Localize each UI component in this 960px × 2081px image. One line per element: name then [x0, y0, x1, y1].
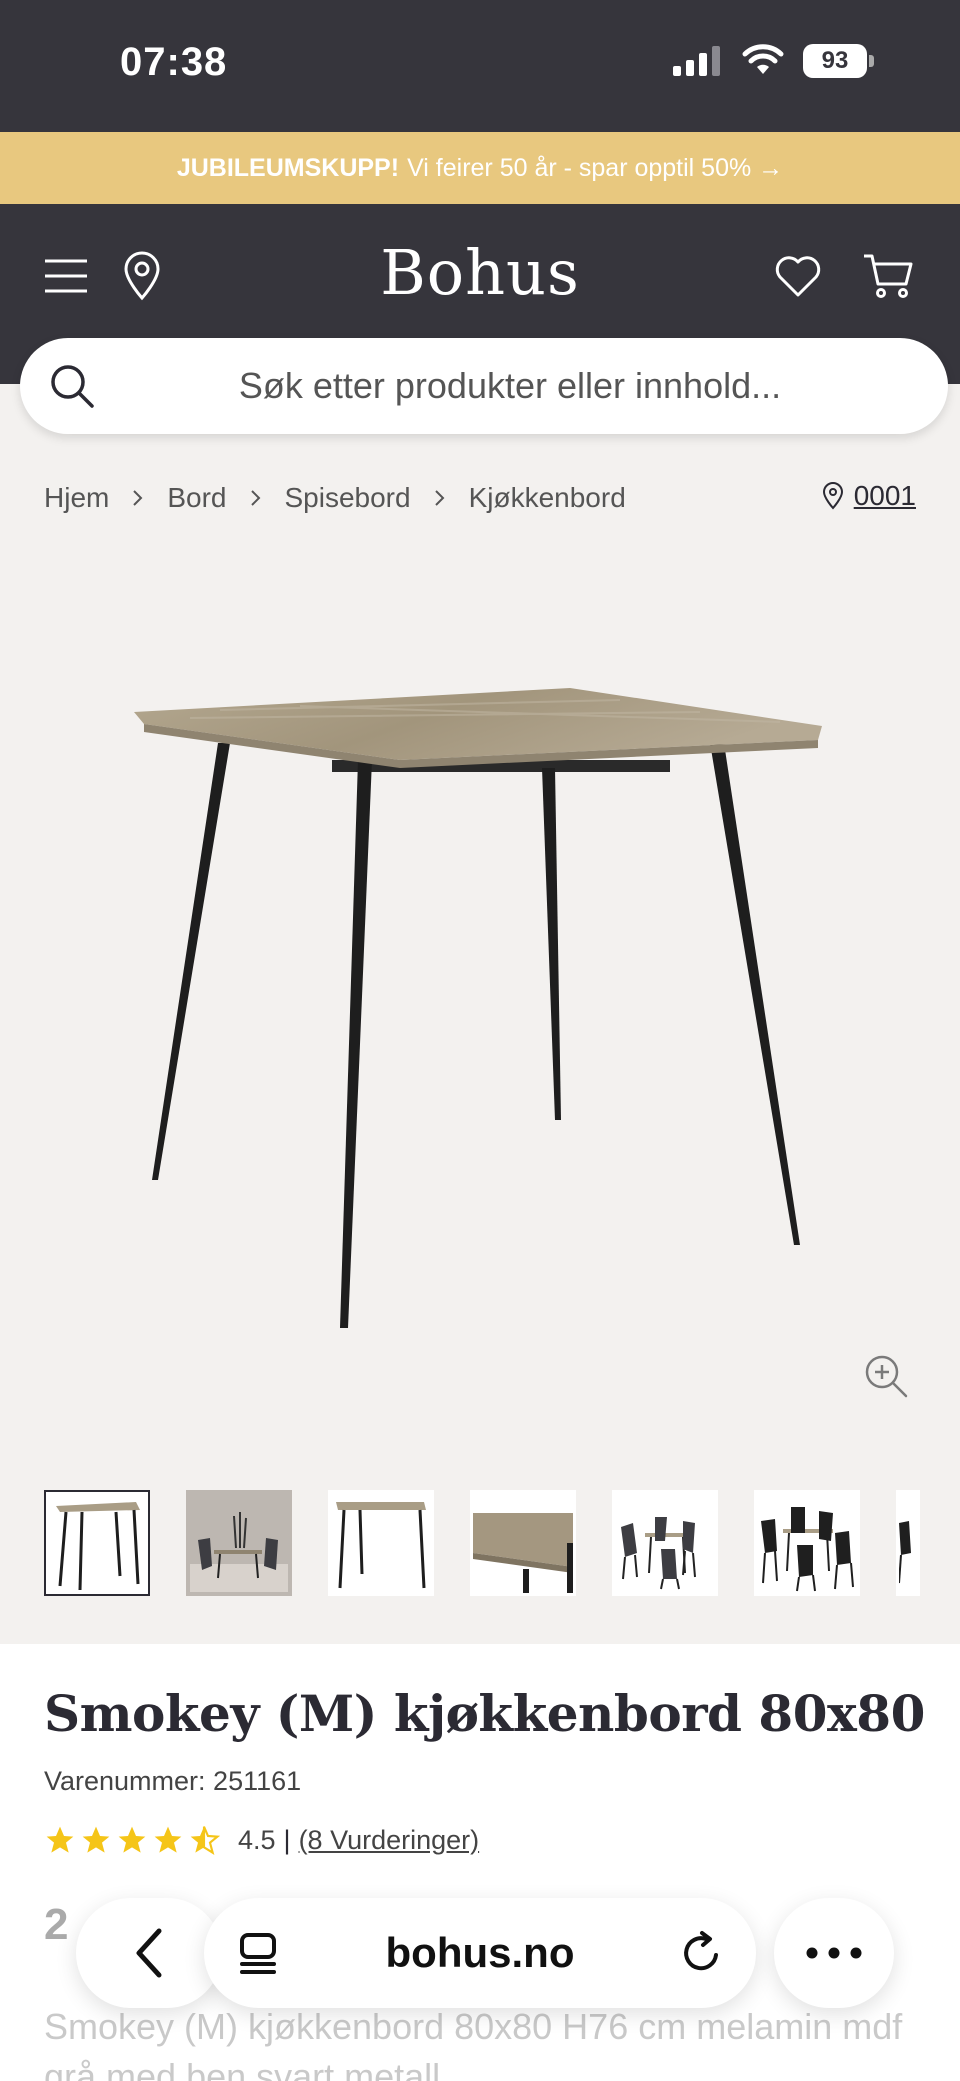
promo-bold: JUBILEUMSKUPP!	[176, 153, 400, 182]
star-icon	[154, 1826, 182, 1853]
status-bar: 07:38 93	[0, 0, 960, 132]
thumbnail-2[interactable]	[186, 1490, 292, 1596]
address-bar[interactable]: bohus.no	[204, 1898, 756, 2008]
thumbnail-7[interactable]	[896, 1490, 920, 1596]
chevron-right-icon	[131, 488, 145, 508]
back-button[interactable]	[76, 1898, 222, 2008]
map-pin-icon	[822, 482, 843, 510]
store-code[interactable]: 0001	[854, 480, 916, 512]
browser-toolbar: bohus.no	[0, 1890, 960, 2010]
url-text[interactable]: bohus.no	[386, 1929, 575, 1977]
half-star-icon	[190, 1826, 220, 1855]
reload-icon[interactable]	[678, 1929, 726, 1977]
chevron-left-icon	[136, 1928, 162, 1978]
star-rating	[44, 1824, 220, 1856]
rating-separator: |	[283, 1824, 291, 1855]
zoom-in-icon[interactable]	[862, 1352, 910, 1400]
product-description: Smokey (M) kjøkkenbord 80x80 H76 cm mela…	[44, 2006, 903, 2081]
status-time: 07:38	[120, 40, 228, 84]
tabs-icon[interactable]	[234, 1929, 282, 1977]
promo-banner[interactable]: JUBILEUMSKUPP! Vi feirer 50 år - spar op…	[0, 132, 960, 204]
breadcrumb-item-bord[interactable]: Bord	[167, 482, 226, 514]
thumbnail-6[interactable]	[754, 1490, 860, 1596]
chevron-right-icon	[433, 488, 447, 508]
store-selector[interactable]: 0001	[822, 480, 916, 512]
signal-icon	[673, 46, 720, 76]
cart-icon[interactable]	[860, 248, 916, 304]
rating-value: 4.5	[238, 1824, 276, 1855]
battery-icon: 93	[803, 44, 874, 78]
reviews-link[interactable]: (8 Vurderinger)	[299, 1825, 480, 1856]
product-info: Smokey (M) kjøkkenbord 80x80 Varenummer:…	[0, 1644, 960, 2081]
thumbnail-4[interactable]	[470, 1490, 576, 1596]
battery-level: 93	[803, 44, 867, 78]
breadcrumb-item-home[interactable]: Hjem	[44, 482, 109, 514]
promo-text: Vi feirer 50 år - spar opptil 50% →	[407, 153, 784, 182]
thumbnail-strip[interactable]	[44, 1490, 920, 1600]
status-icons: 93	[673, 44, 874, 78]
heart-icon[interactable]	[770, 248, 826, 304]
wifi-icon	[742, 44, 784, 74]
search-bar[interactable]	[20, 338, 948, 434]
star-icon	[46, 1826, 74, 1853]
thumbnail-1[interactable]	[44, 1490, 150, 1596]
search-input[interactable]	[130, 358, 890, 414]
ellipsis-icon	[806, 1947, 862, 1959]
product-sku: Varenummer: 251161	[44, 1766, 302, 1796]
breadcrumb-item-spisebord[interactable]: Spisebord	[285, 482, 411, 514]
chevron-right-icon	[249, 488, 263, 508]
star-icon	[82, 1826, 110, 1853]
breadcrumb-item-kjokkenbord[interactable]: Kjøkkenbord	[469, 482, 626, 514]
product-title: Smokey (M) kjøkkenbord 80x80	[44, 1684, 925, 1743]
product-image[interactable]	[100, 660, 860, 1340]
star-icon	[118, 1826, 146, 1853]
more-options-button[interactable]	[774, 1898, 894, 2008]
product-rating: 4.5 | (8 Vurderinger)	[44, 1824, 479, 1856]
thumbnail-5[interactable]	[612, 1490, 718, 1596]
search-icon[interactable]	[48, 362, 96, 410]
thumbnail-3[interactable]	[328, 1490, 434, 1596]
breadcrumb: Hjem Bord Spisebord Kjøkkenbord	[44, 482, 626, 514]
